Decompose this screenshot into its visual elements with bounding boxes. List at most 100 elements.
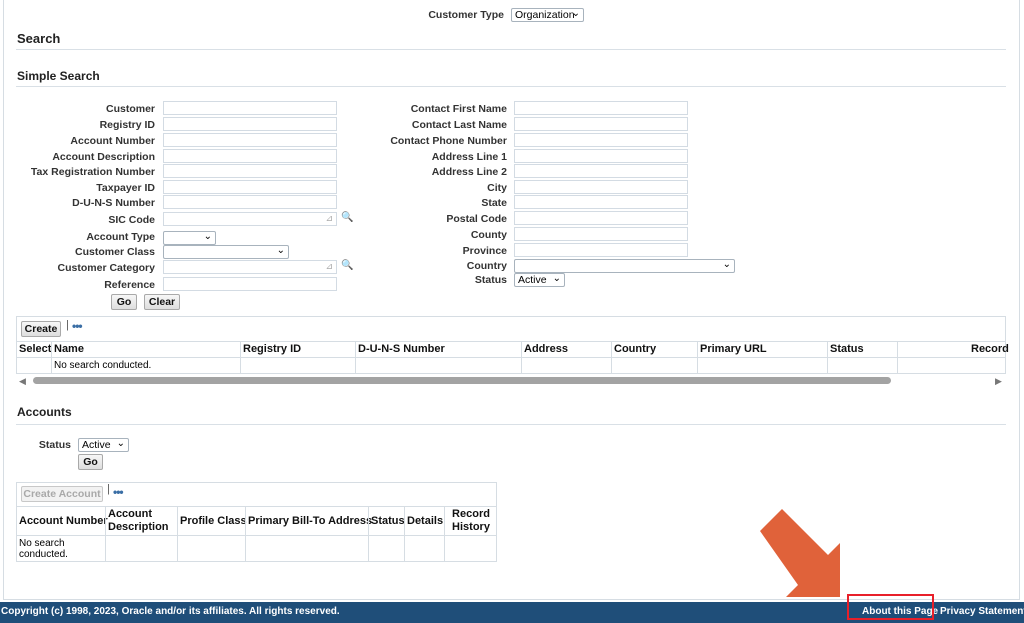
divider [16, 424, 1006, 425]
customer-type-select[interactable]: Organization ⌄ [511, 8, 584, 22]
scroll-right-icon[interactable]: ▶ [995, 376, 1002, 387]
table-rule [17, 357, 1006, 358]
col-record[interactable]: Record [971, 343, 1009, 355]
create-account-button[interactable]: Create Account [21, 486, 103, 502]
reference-field[interactable] [163, 277, 337, 291]
privacy-statement-link[interactable]: Privacy Statement [940, 606, 1024, 617]
col-duns-number[interactable]: D-U-N-S Number [358, 343, 445, 355]
col-divider [368, 507, 369, 562]
account-number-field[interactable] [163, 133, 337, 147]
col-divider [611, 342, 612, 373]
sic-code-field[interactable]: ⊿ [163, 212, 337, 226]
address-line-2-label: Address Line 2 [431, 166, 507, 178]
account-type-select[interactable]: ⌄ [163, 231, 216, 245]
chevron-down-icon: ⌄ [552, 273, 561, 284]
col-profile-class[interactable]: Profile Class [180, 515, 247, 527]
col-primary-bill-to-address[interactable]: Primary Bill-To Address [248, 515, 372, 527]
customer-class-select[interactable]: ⌄ [163, 245, 289, 259]
reference-label: Reference [104, 279, 155, 291]
chevron-down-icon: ⌄ [722, 259, 731, 270]
address-line-2-field[interactable] [514, 164, 688, 178]
taxpayer-id-field[interactable] [163, 180, 337, 194]
county-label: County [470, 229, 507, 241]
accounts-go-button[interactable]: Go [78, 454, 103, 470]
postal-code-field[interactable] [514, 211, 688, 225]
col-divider [404, 507, 405, 562]
customer-class-label: Customer Class [75, 246, 155, 258]
col-divider [51, 342, 52, 373]
horizontal-scrollbar-thumb[interactable] [33, 377, 891, 384]
state-field[interactable] [514, 195, 688, 209]
contact-last-name-field[interactable] [514, 117, 688, 131]
col-account-status[interactable]: Status [371, 515, 405, 527]
table-rule [17, 506, 497, 507]
account-description-field[interactable] [163, 149, 337, 163]
accounts-empty-text: No search conducted. [19, 538, 68, 560]
resize-icon: ⊿ [325, 261, 333, 271]
col-select: Select [19, 343, 52, 355]
col-divider [105, 507, 106, 562]
sic-code-label: SIC Code [108, 214, 155, 226]
col-primary-url[interactable]: Primary URL [700, 343, 767, 355]
go-button[interactable]: Go [111, 294, 137, 310]
sic-code-search-icon[interactable]: 🔍 [341, 212, 353, 223]
accounts-header: Accounts [17, 405, 72, 419]
col-name[interactable]: Name [54, 343, 84, 355]
col-address[interactable]: Address [524, 343, 568, 355]
col-account-number[interactable]: Account Number [19, 515, 108, 527]
address-line-1-field[interactable] [514, 149, 688, 163]
annotation-arrow-icon [760, 509, 840, 597]
contact-phone-number-field[interactable] [514, 133, 688, 147]
status-select[interactable]: Active ⌄ [514, 273, 565, 287]
registry-id-label: Registry ID [99, 119, 155, 131]
accounts-status-label: Status [38, 439, 71, 451]
address-line-1-label: Address Line 1 [431, 151, 507, 163]
province-label: Province [462, 245, 507, 257]
country-label: Country [466, 260, 507, 272]
account-number-label: Account Number [70, 135, 155, 147]
separator: | [107, 483, 110, 495]
col-status[interactable]: Status [830, 343, 864, 355]
col-registry-id[interactable]: Registry ID [243, 343, 301, 355]
col-divider [245, 507, 246, 562]
city-label: City [487, 182, 507, 194]
taxpayer-id-label: Taxpayer ID [96, 182, 155, 194]
clear-button[interactable]: Clear [144, 294, 180, 310]
customer-category-field[interactable]: ⊿ [163, 260, 337, 274]
col-details: Details [407, 515, 444, 527]
annotation-highlight-box [847, 594, 934, 620]
contact-first-name-field[interactable] [514, 101, 688, 115]
col-divider [355, 342, 356, 373]
table-rule [17, 535, 497, 536]
county-field[interactable] [514, 227, 688, 241]
registry-id-field[interactable] [163, 117, 337, 131]
search-header: Search [17, 31, 61, 46]
col-record-history: Record History [452, 508, 490, 533]
scroll-left-icon[interactable]: ◀ [19, 376, 26, 387]
duns-number-field[interactable] [163, 195, 337, 209]
province-field[interactable] [514, 243, 688, 257]
chevron-down-icon: ⌄ [571, 8, 580, 19]
col-divider [240, 342, 241, 373]
country-select[interactable]: ⌄ [514, 259, 735, 273]
more-actions-icon[interactable]: ••• [72, 319, 83, 333]
accounts-status-select[interactable]: Active ⌄ [78, 438, 129, 452]
col-account-description[interactable]: Account Description [108, 508, 176, 534]
customer-field[interactable] [163, 101, 337, 115]
customer-type-label: Customer Type [428, 9, 504, 21]
tax-registration-number-field[interactable] [163, 164, 337, 178]
col-divider [444, 507, 445, 562]
col-country[interactable]: Country [614, 343, 656, 355]
resize-icon: ⊿ [325, 213, 333, 223]
divider [16, 86, 1006, 87]
customer-category-search-icon[interactable]: 🔍 [341, 260, 353, 271]
separator: | [66, 319, 69, 331]
create-button[interactable]: Create [21, 321, 61, 337]
simple-search-header: Simple Search [17, 69, 100, 83]
city-field[interactable] [514, 180, 688, 194]
postal-code-label: Postal Code [446, 213, 507, 225]
contact-last-name-label: Contact Last Name [411, 119, 507, 131]
copyright-text: Copyright (c) 1998, 2023, Oracle and/or … [1, 606, 340, 617]
tax-registration-number-label: Tax Registration Number [30, 166, 155, 178]
more-actions-icon[interactable]: ••• [113, 485, 124, 499]
